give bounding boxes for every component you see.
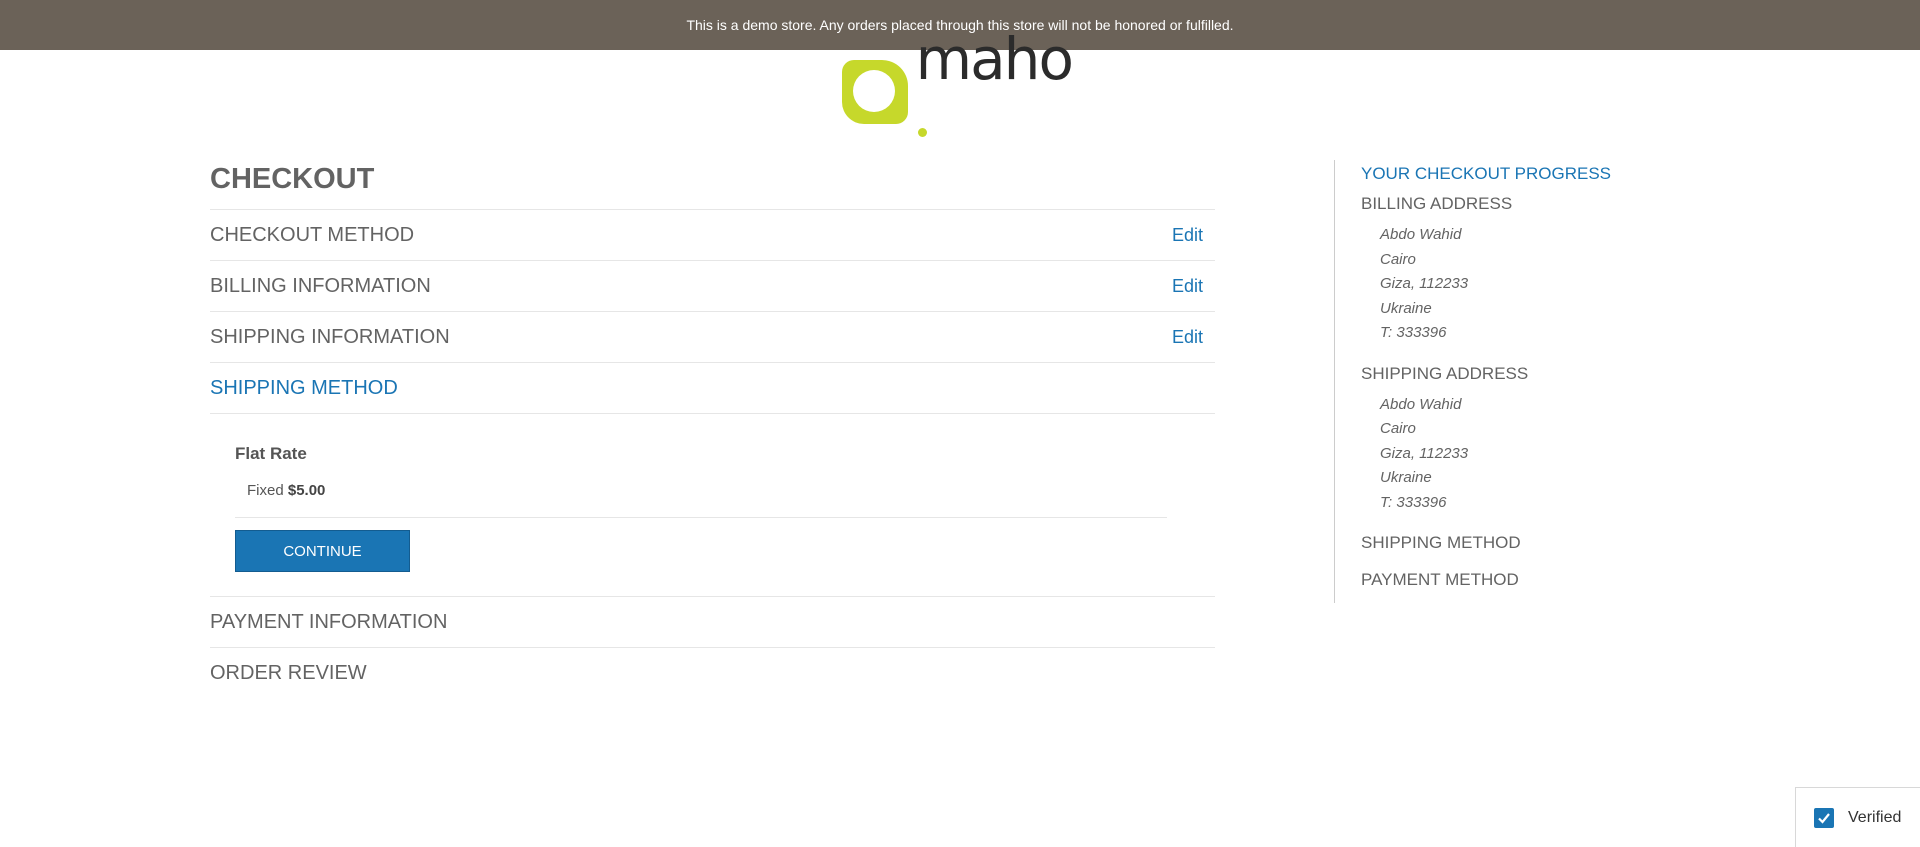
billing-address-title: BILLING ADDRESS (1361, 194, 1513, 213)
shipping-carrier-title: Flat Rate (235, 444, 307, 463)
edit-checkout-method-link[interactable]: Edit (1172, 225, 1203, 246)
verified-label: Verified (1848, 808, 1902, 826)
shipping-address-title: SHIPPING ADDRESS (1361, 363, 1529, 383)
step-label: CHECKOUT METHOD (210, 223, 415, 246)
step-billing-information: BILLING INFORMATION Edit (210, 261, 1215, 312)
logo-text: maho (916, 30, 1082, 146)
billing-address-line: Giza, 112233 (1380, 275, 1469, 292)
billing-address-line: Cairo (1380, 250, 1416, 268)
billing-address-line: Ukraine (1380, 299, 1432, 317)
shipping-address-line: Abdo Wahid (1380, 395, 1462, 413)
logo-mark-icon (842, 60, 908, 124)
shipping-rate-method: Fixed (247, 482, 284, 499)
step-payment-information: PAYMENT INFORMATION (210, 597, 1215, 648)
step-label: SHIPPING INFORMATION (210, 325, 450, 348)
shipping-address: Abdo Wahid Cairo Giza, 112233 Ukraine T:… (1361, 393, 1661, 516)
step-label: BILLING INFORMATION (210, 274, 431, 297)
shipping-address-line: Giza, 112233 (1380, 444, 1469, 462)
continue-button[interactable]: CONTINUE (235, 530, 410, 572)
verified-badge[interactable]: Verified (1795, 787, 1920, 847)
page-title: CHECKOUT (210, 155, 1215, 210)
billing-address: Abdo Wahid Cairo Giza, 112233 Ukraine T:… (1361, 223, 1661, 346)
checkbox-checked-icon[interactable] (1814, 807, 1834, 828)
shipping-method-panel: Flat Rate Fixed $5.00 CONTINUE (210, 414, 1215, 597)
checkout-main: CHECKOUT CHECKOUT METHOD Edit BILLING IN… (210, 155, 1215, 698)
progress-shipping-method-title: SHIPPING METHOD (1361, 533, 1521, 552)
shipping-rate-price: $5.00 (287, 482, 326, 499)
shipping-address-line: Ukraine (1380, 469, 1432, 486)
edit-shipping-information-link[interactable]: Edit (1172, 327, 1203, 348)
billing-address-line: Abdo Wahid (1380, 226, 1462, 243)
step-checkout-method: CHECKOUT METHOD Edit (210, 210, 1215, 261)
step-shipping-information: SHIPPING INFORMATION Edit (210, 312, 1215, 363)
edit-billing-information-link[interactable]: Edit (1172, 276, 1203, 297)
progress-payment-method-title: PAYMENT METHOD (1361, 570, 1519, 589)
step-label: SHIPPING METHOD (210, 376, 398, 399)
checkout-progress-title: YOUR CHECKOUT PROGRESS (1361, 164, 1612, 183)
billing-address-line: T: 333396 (1380, 324, 1447, 341)
shipping-rate-option[interactable]: Fixed $5.00 (235, 482, 1167, 518)
step-shipping-method: SHIPPING METHOD (210, 363, 1215, 414)
step-label: PAYMENT INFORMATION (210, 610, 448, 633)
step-order-review: ORDER REVIEW (210, 648, 1215, 698)
shipping-address-line: Cairo (1380, 420, 1416, 437)
checkout-progress-sidebar: YOUR CHECKOUT PROGRESS BILLING ADDRESS A… (1334, 160, 1661, 603)
step-label: ORDER REVIEW (210, 661, 367, 684)
shipping-address-line: T: 333396 (1380, 493, 1447, 511)
store-logo[interactable]: maho (842, 30, 1082, 137)
